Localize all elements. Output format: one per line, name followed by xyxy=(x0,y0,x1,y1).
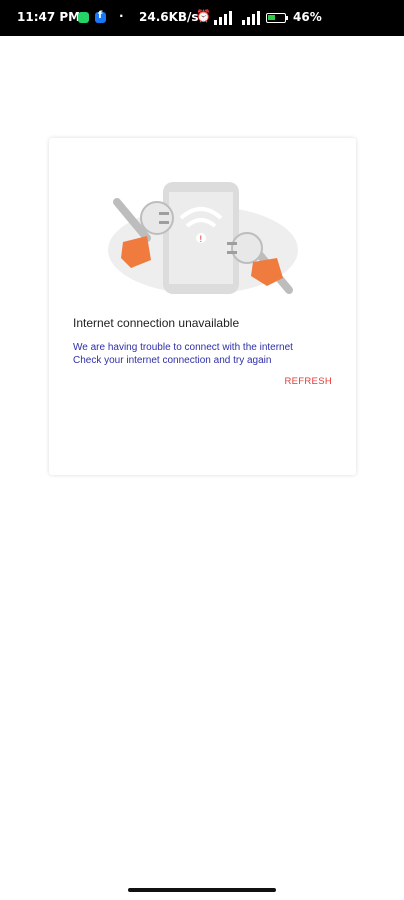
status-time: 11:47 PM xyxy=(17,10,81,24)
battery-percent: 46% xyxy=(293,10,322,24)
notification-dot-icon: · xyxy=(119,9,124,23)
home-indicator[interactable] xyxy=(128,888,276,892)
network-speed: 24.6KB/s xyxy=(139,10,199,24)
error-message-line-1: We are having trouble to connect with th… xyxy=(73,342,293,353)
battery-icon xyxy=(266,13,286,23)
error-card: ! Internet connection unavailable We are… xyxy=(49,138,356,475)
signal-icon xyxy=(214,11,232,25)
svg-text:!: ! xyxy=(199,235,203,245)
alarm-icon: ⏰ xyxy=(196,9,211,23)
status-bar: 11:47 PM · 24.6KB/s ⏰ 46% xyxy=(0,0,404,36)
facebook-icon xyxy=(95,10,106,23)
error-title: Internet connection unavailable xyxy=(73,316,240,330)
battery-level-fill xyxy=(268,15,275,20)
error-message-line-2: Check your internet connection and try a… xyxy=(73,355,272,366)
unplugged-cable-phone-illustration: ! xyxy=(108,182,298,294)
whatsapp-icon xyxy=(78,12,89,23)
signal-icon-2 xyxy=(242,11,260,25)
battery-tip xyxy=(286,16,288,20)
error-message: We are having trouble to connect with th… xyxy=(73,341,293,367)
refresh-button[interactable]: REFRESH xyxy=(285,376,333,387)
